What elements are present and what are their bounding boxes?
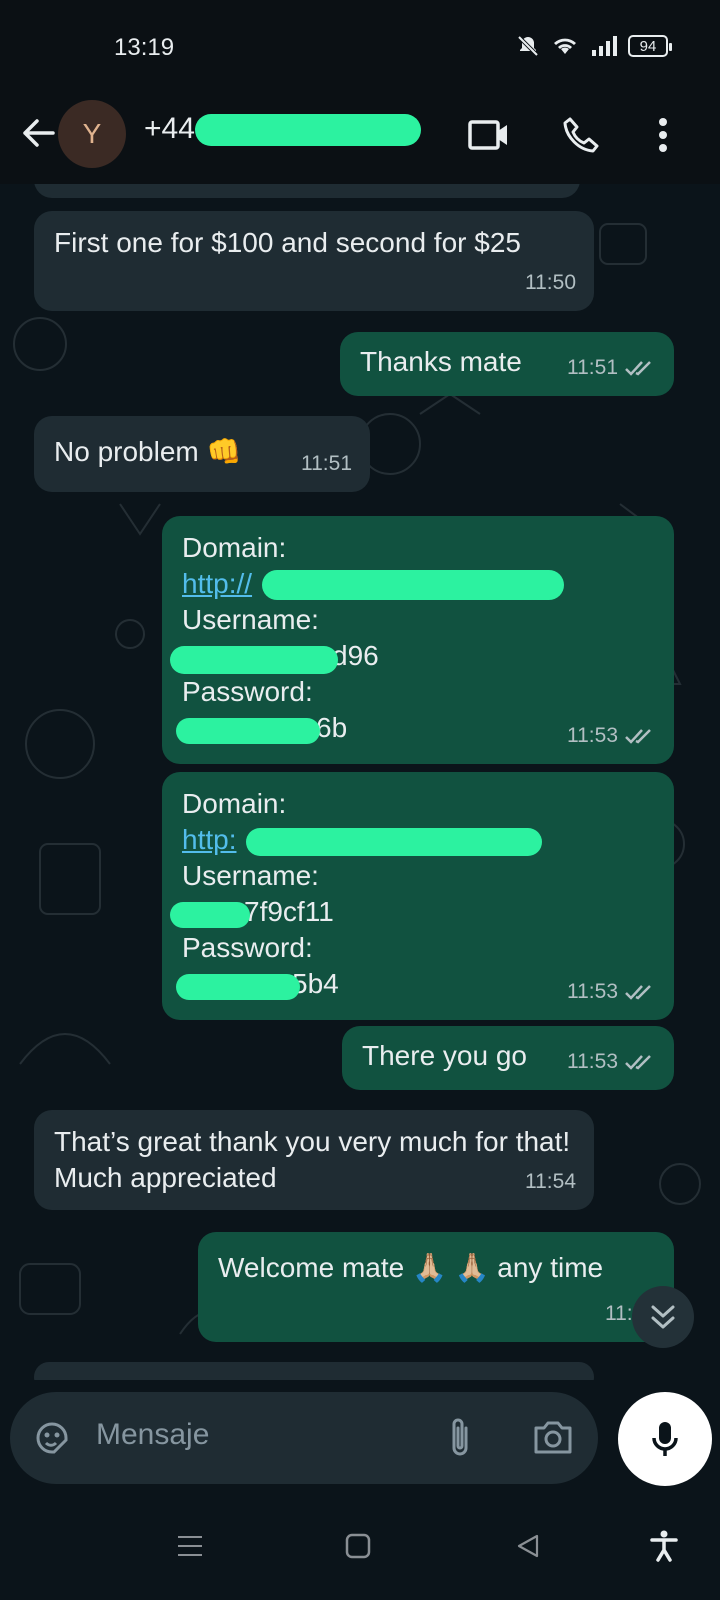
message-outgoing[interactable]: There you go 11:53 (342, 1026, 674, 1090)
composer-bar: Mensaje (0, 1380, 720, 1500)
back-button[interactable] (14, 110, 60, 156)
scroll-to-bottom-button[interactable] (632, 1286, 694, 1348)
message-outgoing-credentials[interactable]: Domain: http: Username: 7f9cf11 Password… (162, 772, 674, 1020)
status-time: 13:19 (114, 34, 175, 61)
avatar-letter: Y (82, 118, 102, 149)
back-nav-button[interactable] (508, 1526, 548, 1566)
username-value: d96 (332, 640, 379, 671)
username-row: d96 (170, 638, 654, 674)
password-value: 6b (316, 712, 348, 743)
message-text: First one for $100 and second for $25 (54, 227, 521, 258)
domain-link[interactable]: http: (182, 824, 236, 855)
message-truncated-bottom (34, 1362, 594, 1380)
redaction-mark (170, 902, 250, 928)
message-truncated[interactable]: 11:50 (34, 184, 580, 198)
message-time: 11:50 (511, 184, 562, 196)
message-outgoing[interactable]: Welcome mate 🙏🏼 🙏🏼 any time 11:55 (198, 1232, 674, 1342)
contact-name[interactable]: +44 (144, 112, 422, 147)
avatar[interactable]: Y (58, 100, 126, 168)
video-camera-icon (468, 120, 507, 150)
domain-link[interactable]: http:// (182, 568, 252, 599)
home-button[interactable] (338, 1526, 378, 1566)
video-call-button[interactable] (464, 110, 514, 160)
message-meta: 11:51 (567, 350, 656, 386)
accessibility-button[interactable] (644, 1526, 684, 1566)
message-time: 11:53 (567, 980, 618, 1003)
more-options-button[interactable] (638, 110, 688, 160)
domain-link-row[interactable]: http: (182, 822, 654, 858)
kebab-menu-icon (659, 118, 667, 152)
message-time: 11:54 (525, 1170, 576, 1193)
double-chevron-down-icon (651, 1305, 675, 1329)
message-text: That’s great thank you very much for tha… (54, 1126, 571, 1193)
message-input[interactable]: Mensaje (10, 1392, 598, 1484)
double-check-icon (625, 985, 651, 1000)
chat-header: Y +44 (0, 96, 720, 184)
camera-icon[interactable] (532, 1418, 574, 1456)
username-label: Username: (182, 604, 319, 635)
message-incoming[interactable]: That’s great thank you very much for tha… (34, 1110, 594, 1210)
redaction-mark (176, 718, 320, 744)
redaction-mark (195, 114, 422, 147)
double-check-icon (625, 1055, 651, 1070)
redaction-mark (176, 974, 300, 1000)
message-time: 11:51 (301, 452, 352, 475)
username-row: 7f9cf11 (170, 894, 654, 930)
sticker-icon[interactable] (32, 1418, 72, 1458)
message-meta: 11:54 (525, 1164, 576, 1200)
wifi-icon (554, 38, 576, 54)
message-meta: 11:51 (301, 446, 352, 482)
status-icons: 94 (516, 34, 672, 58)
message-time: 11:53 (567, 1050, 618, 1073)
message-outgoing-credentials[interactable]: Domain: http:// Username: d96 Password: … (162, 516, 674, 764)
message-meta: 11:53 (567, 1044, 656, 1080)
message-incoming[interactable]: First one for $100 and second for $25 11… (34, 211, 594, 311)
signal-icon (592, 36, 617, 56)
battery-level: 94 (639, 37, 657, 55)
message-body: Domain: http: Username: 7f9cf11 Password… (162, 772, 674, 1002)
username-value: 7f9cf11 (244, 896, 334, 927)
menu-lines-icon (178, 1536, 202, 1556)
triangle-back-icon (517, 1534, 539, 1558)
double-check-icon (625, 361, 651, 376)
microphone-icon (652, 1422, 678, 1456)
chat-area[interactable]: 11:50 First one for $100 and second for … (0, 184, 720, 1380)
square-icon (345, 1533, 371, 1559)
mute-bell-icon (517, 35, 539, 57)
message-meta: 11:53 (567, 718, 656, 754)
message-meta: 11:50 (525, 265, 576, 301)
password-label: Password: (182, 932, 313, 963)
password-label: Password: (182, 676, 313, 707)
voice-call-button[interactable] (556, 110, 606, 160)
message-meta: 11:53 (567, 974, 656, 1010)
message-incoming[interactable]: No problem 👊 11:51 (34, 416, 370, 492)
paperclip-icon[interactable] (446, 1416, 474, 1460)
phone-icon (563, 117, 599, 153)
accessibility-icon (650, 1530, 678, 1562)
domain-label: Domain: (182, 532, 287, 563)
redaction-mark (246, 828, 542, 856)
recent-apps-button[interactable] (170, 1526, 210, 1566)
redaction-mark (262, 570, 564, 600)
message-outgoing[interactable]: Thanks mate 11:51 (340, 332, 674, 396)
message-text: Welcome mate 🙏🏼 🙏🏼 any time (218, 1252, 604, 1283)
voice-record-button[interactable] (618, 1392, 712, 1486)
message-time: 11:51 (567, 356, 618, 379)
message-time: 11:50 (525, 271, 576, 294)
arrow-left-icon (23, 119, 55, 147)
message-time: 11:53 (567, 724, 618, 747)
system-navigation-bar (0, 1500, 720, 1600)
contact-prefix: +44 (144, 112, 195, 145)
message-body: Domain: http:// Username: d96 Password: … (162, 516, 674, 746)
battery-indicator: 94 (628, 35, 672, 57)
message-placeholder: Mensaje (96, 1418, 210, 1451)
double-check-icon (625, 729, 651, 744)
status-bar: 13:19 94 (0, 0, 720, 96)
domain-link-row[interactable]: http:// (182, 566, 654, 602)
username-label: Username: (182, 860, 319, 891)
redaction-mark (170, 646, 338, 674)
domain-label: Domain: (182, 788, 287, 819)
